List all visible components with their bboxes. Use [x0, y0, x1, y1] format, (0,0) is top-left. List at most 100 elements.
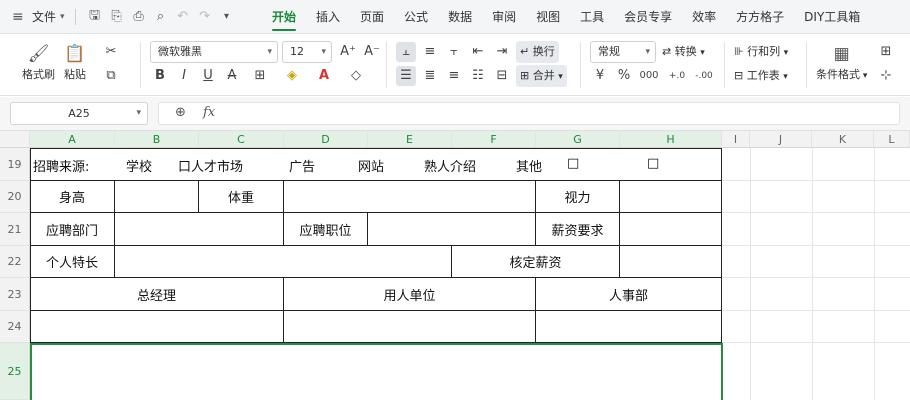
chevron-down-icon[interactable]: ▾ — [60, 12, 65, 22]
decrease-decimal-icon[interactable]: -.00 — [692, 66, 716, 86]
column-header-f[interactable]: F — [452, 131, 536, 148]
tab-home[interactable]: 开始 — [262, 0, 306, 34]
cell-b21[interactable] — [115, 213, 284, 246]
zoom-icon[interactable]: ⊕ — [175, 105, 186, 120]
row-header-20[interactable]: 20 — [0, 181, 30, 213]
worksheet-button[interactable]: ⊟ 工作表 ▾ — [734, 65, 788, 87]
align-center-icon[interactable]: ≣ — [420, 66, 440, 86]
increase-decimal-icon[interactable]: +.0 — [666, 66, 688, 86]
cell-c20[interactable]: 体重 — [199, 181, 284, 213]
cell-b22[interactable] — [115, 246, 452, 278]
row-header-21[interactable]: 21 — [0, 213, 30, 246]
clear-format-icon[interactable]: ◇ — [346, 66, 366, 86]
indent-decrease-icon[interactable]: ⇤ — [468, 42, 488, 62]
cell-a21[interactable]: 应聘部门 — [30, 213, 115, 246]
fill-color-icon[interactable]: ◈ — [282, 66, 302, 86]
column-header-l[interactable]: L — [874, 131, 910, 148]
cut-icon[interactable]: ✂ — [101, 42, 121, 62]
row-header-19[interactable]: 19 — [0, 148, 30, 181]
export-pdf-icon[interactable]: ⎘ — [106, 9, 128, 24]
tab-formula[interactable]: 公式 — [394, 0, 438, 34]
align-middle-icon[interactable]: ≡ — [420, 42, 440, 62]
column-header-b[interactable]: B — [115, 131, 199, 148]
cell-f22[interactable]: 核定薪资 — [452, 246, 620, 278]
column-header-e[interactable]: E — [368, 131, 452, 148]
fx-icon[interactable]: fx — [203, 105, 215, 120]
undo-icon[interactable]: ↶ — [172, 9, 194, 24]
tab-data[interactable]: 数据 — [438, 0, 482, 34]
justify-icon[interactable]: ☷ — [468, 66, 488, 86]
cell-a24[interactable] — [30, 311, 284, 343]
align-left-icon[interactable]: ☰ — [396, 66, 416, 86]
cell-a22[interactable]: 个人特长 — [30, 246, 115, 278]
cell-e21[interactable] — [368, 213, 536, 246]
print-icon[interactable]: ⎙ — [128, 9, 150, 24]
tab-insert[interactable]: 插入 — [306, 0, 350, 34]
strikethrough-icon[interactable]: A — [222, 66, 242, 86]
decrease-font-icon[interactable]: A⁻ — [362, 42, 382, 62]
font-size-select[interactable]: 12 ▾ — [282, 41, 332, 63]
column-header-d[interactable]: D — [284, 131, 368, 148]
italic-icon[interactable]: I — [174, 66, 194, 86]
tab-view[interactable]: 视图 — [526, 0, 570, 34]
cell-d21[interactable]: 应聘职位 — [284, 213, 368, 246]
cell-d23[interactable]: 用人单位 — [284, 278, 536, 311]
select-all-corner[interactable] — [0, 131, 30, 148]
cell-g21[interactable]: 薪资要求 — [536, 213, 620, 246]
cell-a20[interactable]: 身高 — [30, 181, 115, 213]
cell-b20[interactable] — [115, 181, 199, 213]
column-header-g[interactable]: G — [536, 131, 620, 148]
column-header-k[interactable]: K — [812, 131, 874, 148]
menu-icon[interactable]: ≡ — [12, 9, 26, 25]
column-header-a[interactable]: A — [30, 131, 115, 148]
number-format-select[interactable]: 常规 ▾ — [590, 41, 656, 63]
row-header-24[interactable]: 24 — [0, 311, 30, 343]
redo-icon[interactable]: ↷ — [194, 9, 216, 24]
print-preview-icon[interactable]: ⌕ — [150, 9, 172, 24]
tab-page[interactable]: 页面 — [350, 0, 394, 34]
tab-efficiency[interactable]: 效率 — [682, 0, 726, 34]
tab-member[interactable]: 会员专享 — [614, 0, 682, 34]
column-header-i[interactable]: I — [722, 131, 750, 148]
more-options-icon[interactable]: ⊹ — [876, 66, 896, 86]
font-name-select[interactable]: 微软雅黑 ▾ — [150, 41, 278, 63]
paste-button[interactable]: 📋 粘贴 — [64, 42, 86, 82]
indent-increase-icon[interactable]: ⇥ — [492, 42, 512, 62]
cell-a23[interactable]: 总经理 — [30, 278, 284, 311]
cell-h22[interactable] — [620, 246, 722, 278]
increase-font-icon[interactable]: A⁺ — [338, 42, 358, 62]
border-icon[interactable]: ⊞ — [250, 66, 270, 86]
row-header-25[interactable]: 25 — [0, 343, 30, 400]
font-color-icon[interactable]: A — [314, 66, 334, 86]
wrap-text-button[interactable]: ↵ 换行 — [516, 41, 559, 63]
tab-fangfang[interactable]: 方方格子 — [726, 0, 794, 34]
row-header-22[interactable]: 22 — [0, 246, 30, 278]
tab-review[interactable]: 审阅 — [482, 0, 526, 34]
align-top-icon[interactable]: ⫠ — [396, 42, 416, 62]
column-header-h[interactable]: H — [620, 131, 722, 148]
rows-cols-button[interactable]: ⊪ 行和列 ▾ — [734, 41, 788, 63]
merge-button[interactable]: ⊞ 合并 ▾ — [516, 65, 567, 87]
thousands-separator-icon[interactable]: 000 — [636, 66, 662, 86]
cell-d24[interactable] — [284, 311, 536, 343]
underline-icon[interactable]: U — [198, 66, 218, 86]
align-right-icon[interactable]: ≡ — [444, 66, 464, 86]
cell-style-icon[interactable]: ⊞ — [876, 42, 896, 62]
quick-access-more-icon[interactable]: ▾ — [216, 11, 238, 22]
align-bottom-icon[interactable]: ⫟ — [444, 42, 464, 62]
column-header-c[interactable]: C — [199, 131, 284, 148]
tab-diy-toolbox[interactable]: DIY工具箱 — [794, 0, 870, 34]
formula-input[interactable]: ⊕ fx — [158, 102, 900, 125]
row-header-23[interactable]: 23 — [0, 278, 30, 311]
format-painter-button[interactable]: 🖌 格式刷 — [22, 42, 55, 82]
distributed-align-icon[interactable]: ⊟ — [492, 66, 512, 86]
name-box[interactable]: A25 ▾ — [10, 102, 148, 125]
conditional-format-button[interactable]: ▦ 条件格式 ▾ — [816, 42, 867, 82]
column-header-j[interactable]: J — [750, 131, 812, 148]
cell-g24[interactable] — [536, 311, 722, 343]
spreadsheet-grid[interactable]: A B C D E F G H I J K L 19 20 21 22 23 2… — [0, 131, 910, 400]
save-icon[interactable]: 🖫 — [84, 6, 106, 28]
file-menu[interactable]: 文件 — [32, 8, 56, 25]
selected-cell-a25[interactable] — [30, 343, 723, 400]
cell-g23[interactable]: 人事部 — [536, 278, 722, 311]
